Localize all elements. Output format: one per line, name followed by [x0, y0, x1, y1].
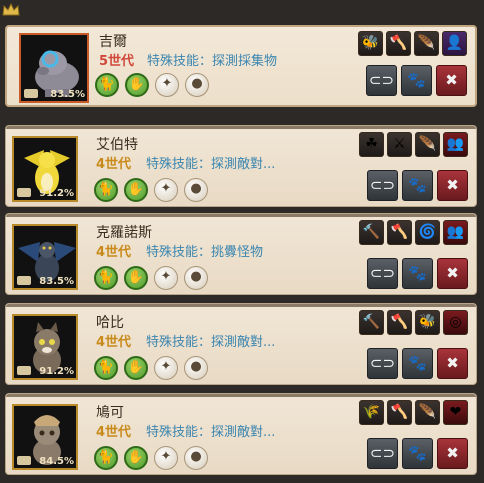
sit-cat-icon[interactable]: 🐈 [94, 446, 118, 470]
tree-icon: 👥 [443, 220, 468, 245]
sword-icon: ⚔ [387, 132, 412, 157]
sit-cat-icon[interactable]: 🐈 [94, 266, 118, 290]
target-icon: ◎ [443, 310, 468, 335]
compass-icon[interactable]: ✦ [155, 73, 179, 97]
pet-skill: 特殊技能：探測敵對... [146, 425, 276, 440]
pet-skill: 特殊技能：探測敵對... [146, 335, 276, 350]
bond-percent: 83.5% [39, 276, 74, 287]
pet-generation: 4世代 [96, 335, 132, 350]
tree-icon: 👥 [443, 132, 468, 157]
pouch-icon[interactable]: ● [184, 178, 208, 202]
pet-portrait: 83.5% [12, 224, 78, 290]
pet-generation: 4世代 [96, 425, 132, 440]
tree-icon: 👤 [442, 31, 467, 56]
pet-card-gil[interactable]: 83.5% 吉爾 5世代 特殊技能：探測採集物 🐈 ✋ ✦ ● 🐝 🪓 🪶 👤 … [5, 25, 477, 107]
hand-icon[interactable]: ✋ [124, 266, 148, 290]
hand-icon[interactable]: ✋ [124, 178, 148, 202]
pet-portrait: 91.2% [12, 314, 78, 380]
swirl-icon: 🌀 [415, 220, 440, 245]
wing-icon: 🪶 [415, 400, 440, 425]
feed-bowl-button[interactable]: ⊂⊃ [367, 438, 398, 469]
feed-bowl-button[interactable]: ⊂⊃ [367, 258, 398, 289]
box-button[interactable]: ✖ [436, 65, 467, 96]
compass-icon[interactable]: ✦ [154, 356, 178, 380]
pet-skill: 特殊技能：探測採集物 [147, 54, 278, 69]
sit-cat-icon[interactable]: 🐈 [94, 356, 118, 380]
pet-name: 吉爾 [99, 34, 127, 50]
pet-portrait: 84.5% [12, 404, 78, 470]
clover-icon: ☘ [359, 132, 384, 157]
pouch-icon[interactable]: ● [184, 356, 208, 380]
wing-icon: 🪶 [415, 132, 440, 157]
bee-icon: 🐝 [358, 31, 383, 56]
pet-portrait: 83.5% [19, 33, 89, 103]
pet-generation: 4世代 [96, 157, 132, 172]
feed-bowl-button[interactable]: ⊂⊃ [366, 65, 397, 96]
paw-button[interactable]: 🐾 [401, 65, 432, 96]
hand-icon[interactable]: ✋ [124, 356, 148, 380]
bond-percent: 83.5% [50, 89, 85, 100]
pet-generation: 4世代 [96, 245, 132, 260]
pet-skill: 特殊技能：挑釁怪物 [146, 245, 264, 260]
bowl-mini-icon [17, 276, 31, 285]
compass-icon[interactable]: ✦ [154, 178, 178, 202]
pet-portrait: 91.2% [12, 136, 78, 202]
pet-skill: 特殊技能：探測敵對... [146, 157, 276, 172]
pet-generation: 5世代 [99, 54, 135, 69]
pet-name: 哈比 [96, 315, 124, 331]
wing-icon: 🪶 [414, 31, 439, 56]
box-button[interactable]: ✖ [437, 348, 468, 379]
hammer-icon: 🔨 [359, 310, 384, 335]
pouch-icon[interactable]: ● [185, 73, 209, 97]
pet-name: 艾伯特 [96, 137, 138, 153]
compass-icon[interactable]: ✦ [154, 446, 178, 470]
bowl-mini-icon [17, 188, 31, 197]
pet-name: 克羅諾斯 [96, 225, 152, 241]
bee-icon: 🐝 [415, 310, 440, 335]
axe-icon: 🪓 [387, 310, 412, 335]
pet-name: 鳩可 [96, 405, 124, 421]
bond-percent: 91.2% [39, 366, 74, 377]
pet-card-kronos[interactable]: 83.5% 克羅諾斯 4世代 特殊技能：挑釁怪物 🐈 ✋ ✦ ● 🔨 🪓 🌀 👥… [5, 213, 477, 295]
axe-icon: 🪓 [386, 31, 411, 56]
bowl-mini-icon [17, 456, 31, 465]
sit-cat-icon[interactable]: 🐈 [95, 73, 119, 97]
paw-button[interactable]: 🐾 [402, 258, 433, 289]
box-button[interactable]: ✖ [437, 170, 468, 201]
pouch-icon[interactable]: ● [184, 446, 208, 470]
box-button[interactable]: ✖ [437, 258, 468, 289]
paw-button[interactable]: 🐾 [402, 348, 433, 379]
bond-percent: 84.5% [39, 456, 74, 467]
paw-button[interactable]: 🐾 [402, 438, 433, 469]
sit-cat-icon[interactable]: 🐈 [94, 178, 118, 202]
crown-icon [2, 3, 20, 16]
pet-card-habi[interactable]: 91.2% 哈比 4世代 特殊技能：探測敵對... 🐈 ✋ ✦ ● 🔨 🪓 🐝 … [5, 303, 477, 385]
hammer-icon: 🔨 [359, 220, 384, 245]
paw-button[interactable]: 🐾 [402, 170, 433, 201]
bowl-mini-icon [24, 89, 38, 98]
compass-icon[interactable]: ✦ [154, 266, 178, 290]
pouch-icon[interactable]: ● [184, 266, 208, 290]
feed-bowl-button[interactable]: ⊂⊃ [367, 348, 398, 379]
bond-percent: 91.2% [39, 188, 74, 199]
feed-bowl-button[interactable]: ⊂⊃ [367, 170, 398, 201]
hand-icon[interactable]: ✋ [125, 73, 149, 97]
pet-card-albert[interactable]: 91.2% 艾伯特 4世代 特殊技能：探測敵對... 🐈 ✋ ✦ ● ☘ ⚔ 🪶… [5, 125, 477, 207]
box-button[interactable]: ✖ [437, 438, 468, 469]
axe-icon: 🪓 [387, 400, 412, 425]
heart-icon: ❤ [443, 400, 468, 425]
hand-icon[interactable]: ✋ [124, 446, 148, 470]
grain-icon: 🌾 [359, 400, 384, 425]
bowl-mini-icon [17, 366, 31, 375]
axe-icon: 🪓 [387, 220, 412, 245]
pet-card-jiuke[interactable]: 84.5% 鳩可 4世代 特殊技能：探測敵對... 🐈 ✋ ✦ ● 🌾 🪓 🪶 … [5, 393, 477, 475]
